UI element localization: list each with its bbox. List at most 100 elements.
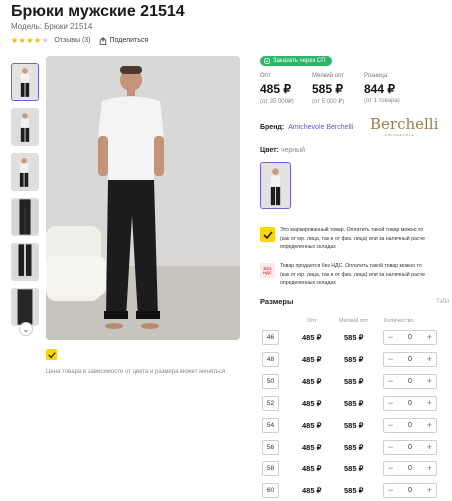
price-label: Мелкий опт [312, 73, 345, 79]
marked-goods-text: Это маркированный товар. Оплатить такой … [280, 227, 426, 250]
price-condition: (от 35 000₽) [260, 99, 294, 105]
size-row: 54 485 ₽ 585 ₽ − 0 + [262, 417, 452, 435]
quantity-value[interactable]: 0 [408, 422, 412, 429]
brand-link[interactable]: Amichevole Berchelli [288, 124, 353, 131]
size-label: 54 [262, 417, 279, 433]
size-price-small-opt: 585 ₽ [344, 486, 364, 496]
share-icon [99, 36, 106, 45]
quantity-value[interactable]: 0 [408, 378, 412, 385]
size-row: 46 485 ₽ 585 ₽ − 0 + [262, 330, 452, 347]
order-via-sp-button[interactable]: Заказать через СП [260, 56, 332, 66]
decrement-button[interactable]: − [388, 333, 393, 342]
size-price-small-opt: 585 ₽ [344, 420, 364, 430]
decrement-button[interactable]: − [388, 398, 393, 408]
main-product-photo[interactable] [46, 56, 240, 340]
increment-button[interactable]: + [427, 486, 432, 495]
price-value: 485 ₽ [260, 82, 291, 96]
reviews-link[interactable]: Отзывы (3) [54, 37, 90, 44]
quantity-stepper: − 0 + [383, 395, 437, 411]
price-tier-opt: Опт 485 ₽ (от 35 000₽) [260, 73, 312, 105]
size-row: 50 485 ₽ 585 ₽ − 0 + [262, 373, 452, 391]
size-price-opt: 485 ₽ [302, 398, 322, 408]
quantity-stepper: − 0 + [383, 461, 437, 477]
size-price-opt: 485 ₽ [302, 354, 322, 364]
thumbnail[interactable] [11, 243, 39, 281]
thumbnail[interactable] [11, 153, 39, 191]
product-title: Брюки мужские 21514 [11, 3, 185, 20]
quantity-stepper: − 0 + [383, 351, 437, 367]
decrement-button[interactable]: − [388, 376, 393, 386]
quantity-stepper: − 0 + [383, 439, 437, 455]
quantity-value[interactable]: 0 [408, 465, 412, 472]
size-price-small-opt: 585 ₽ [344, 464, 364, 474]
increment-button[interactable]: + [427, 442, 432, 452]
size-row: 60 485 ₽ 585 ₽ − 0 + [262, 483, 452, 500]
size-price-small-opt: 585 ₽ [344, 376, 364, 386]
column-header-qty: Количество [384, 318, 414, 324]
thumbnail[interactable] [11, 198, 39, 236]
size-row: 52 485 ₽ 585 ₽ − 0 + [262, 395, 452, 413]
price-tier-small-opt: Мелкий опт 585 ₽ (от 5 000 ₽) [312, 73, 364, 105]
color-value: черный [280, 147, 306, 154]
increment-button[interactable]: + [427, 376, 432, 386]
share-label: Поделиться [109, 37, 149, 44]
quantity-value[interactable]: 0 [408, 400, 412, 407]
increment-button[interactable]: + [427, 354, 432, 364]
brand-row: Бренд: Amichevole Berchelli [260, 120, 353, 134]
quantity-value[interactable]: 0 [408, 444, 412, 451]
size-price-opt: 485 ₽ [302, 333, 322, 342]
quantity-value[interactable]: 0 [408, 334, 412, 341]
thumbnail[interactable] [11, 108, 39, 146]
thumbnail[interactable] [11, 288, 39, 326]
size-label: 52 [262, 395, 279, 411]
color-label: Цвет: [260, 147, 279, 154]
decrement-button[interactable]: − [388, 442, 393, 452]
price-tier-retail: Розница 844 ₽ (от 1 товара) [364, 73, 416, 105]
increment-button[interactable]: + [427, 398, 432, 408]
brand-logo-subtitle: AMICHEVOLE [385, 133, 415, 137]
quantity-value[interactable]: 0 [408, 356, 412, 363]
price-note: Цена товара в зависимости от цвета и раз… [46, 369, 226, 375]
size-label: 46 [262, 330, 279, 345]
price-value: 585 ₽ [312, 82, 343, 96]
star-icon: ★ [34, 36, 42, 45]
quantity-value[interactable]: 0 [408, 487, 412, 494]
brand-logo[interactable]: Berchelli [370, 115, 438, 133]
quantity-stepper: − 0 + [383, 483, 437, 499]
quantity-stepper: − 0 + [383, 330, 437, 345]
star-icon: ★ [11, 36, 19, 45]
marked-goods-note: Это маркированный товар. Оплатить такой … [260, 226, 452, 252]
increment-button[interactable]: + [427, 333, 432, 342]
size-label: 50 [262, 373, 279, 389]
increment-button[interactable]: + [427, 420, 432, 430]
size-label: 56 [262, 439, 279, 455]
column-header-small-opt: Мелкий опт [339, 318, 369, 324]
decrement-button[interactable]: − [388, 486, 393, 495]
decrement-button[interactable]: − [388, 464, 393, 473]
size-table-link[interactable]: Табл [436, 299, 449, 305]
quantity-stepper: − 0 + [383, 417, 437, 433]
sizes-title: Размеры [260, 297, 294, 306]
increment-button[interactable]: + [427, 464, 432, 473]
rating-stars: ★★★★★ [11, 36, 49, 45]
size-row: 58 485 ₽ 585 ₽ − 0 + [262, 461, 452, 478]
column-header-opt: Опт [307, 318, 317, 324]
star-icon: ★ [26, 36, 35, 45]
thumbnail[interactable] [11, 63, 39, 101]
size-price-opt: 485 ₽ [302, 486, 322, 496]
product-meta: ★★★★★ Отзывы (3) Поделиться [11, 35, 148, 46]
star-icon: ★ [41, 36, 50, 45]
size-label: 60 [262, 483, 279, 499]
size-row: 56 485 ₽ 585 ₽ − 0 + [262, 439, 452, 457]
chevron-down-icon[interactable]: ⌄ [19, 322, 33, 336]
no-vat-text: Товар продается без НДС. Оплатить такой … [280, 263, 426, 286]
size-label: 58 [262, 461, 279, 477]
price-label: Опт [260, 73, 271, 79]
share-button[interactable]: Поделиться [99, 36, 149, 45]
decrement-button[interactable]: − [388, 420, 393, 430]
size-price-opt: 485 ₽ [302, 464, 322, 474]
size-price-small-opt: 585 ₽ [344, 354, 364, 364]
color-swatch[interactable] [260, 162, 291, 209]
color-row: Цвет: черный [260, 147, 305, 154]
decrement-button[interactable]: − [388, 354, 393, 364]
